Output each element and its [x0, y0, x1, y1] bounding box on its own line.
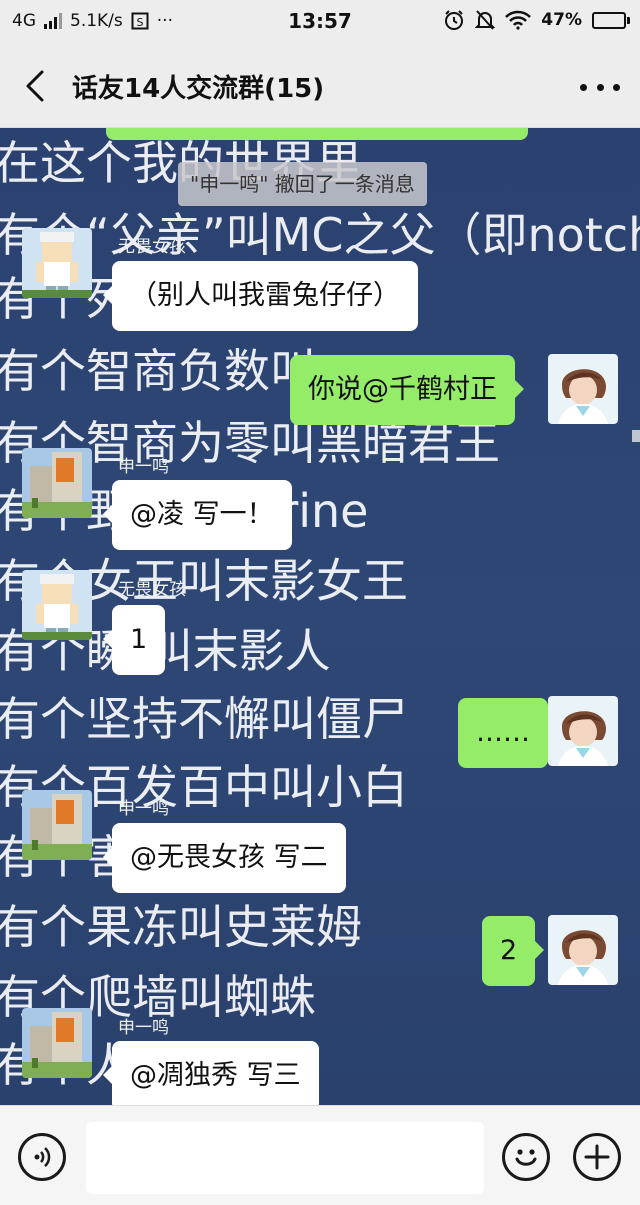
status-bar: 4G 5.1K/s S ··· 13:57 47%	[0, 0, 640, 44]
wifi-icon	[505, 10, 532, 30]
my-avatar[interactable]	[548, 915, 618, 985]
plus-icon	[584, 1144, 610, 1170]
my-avatar[interactable]	[548, 354, 618, 424]
chevron-left-icon	[26, 70, 44, 102]
message-input[interactable]	[86, 1122, 484, 1194]
status-right: 47%	[443, 9, 630, 31]
message-bubble[interactable]: （别人叫我雷兔仔仔）	[103, 261, 418, 331]
alarm-icon	[443, 9, 465, 31]
more-options-button[interactable]	[580, 72, 620, 102]
bg-text-line: 有个智商负数叫	[0, 344, 316, 398]
chat-title: 话友14人交流群(15)	[72, 74, 325, 104]
bg-text-line: 有个坚持不懈叫僵尸	[0, 692, 408, 746]
scrollbar[interactable]	[632, 430, 640, 442]
avatar[interactable]	[22, 790, 92, 860]
bg-text-line: 有个“父亲”叫MC之父（即notch	[0, 208, 640, 262]
bg-text-line: 有个果冻叫史莱姆	[0, 900, 362, 954]
avatar[interactable]	[22, 228, 92, 298]
sender-name: 申一鸣	[118, 457, 169, 477]
message-bubble[interactable]: @凋独秀 写三	[103, 1041, 319, 1105]
message-bubble-mine[interactable]: 你说@千鹤村正	[290, 355, 524, 425]
my-avatar[interactable]	[548, 696, 618, 766]
voice-icon	[34, 1147, 51, 1167]
message-list[interactable]: 在这个我的世界里 有个“父亲”叫MC之父（即notch 有个死 （即白衣死 有个…	[0, 128, 640, 1105]
chat-header: 话友14人交流群(15)	[0, 44, 640, 128]
sender-name: 无畏女孩	[118, 580, 186, 600]
more-functions-button[interactable]	[573, 1133, 621, 1181]
back-button[interactable]	[20, 68, 54, 104]
sender-name: 申一鸣	[118, 1018, 169, 1038]
input-bar	[0, 1105, 640, 1205]
emoji-button[interactable]	[502, 1133, 550, 1181]
smiley-icon	[515, 1149, 537, 1166]
mute-bell-icon	[475, 9, 496, 31]
recall-notice: "申一鸣" 撤回了一条消息	[178, 162, 427, 206]
message-bubble[interactable]: @无畏女孩 写二	[103, 823, 346, 893]
battery-percent: 47%	[541, 10, 582, 30]
avatar[interactable]	[22, 1008, 92, 1078]
sender-name: 无畏女孩	[118, 237, 186, 257]
message-bubble[interactable]: @凌 写一！	[103, 480, 292, 550]
message-bubble-mine[interactable]: 2	[482, 916, 545, 986]
voice-button[interactable]	[18, 1133, 66, 1181]
message-bubble-partial[interactable]	[106, 128, 528, 140]
battery-icon	[592, 11, 630, 29]
message-bubble[interactable]: 1	[102, 605, 166, 675]
sender-name: 申一鸣	[118, 799, 169, 819]
avatar[interactable]	[22, 570, 92, 640]
avatar[interactable]	[22, 448, 92, 518]
message-bubble-mine[interactable]: ……	[458, 698, 557, 768]
